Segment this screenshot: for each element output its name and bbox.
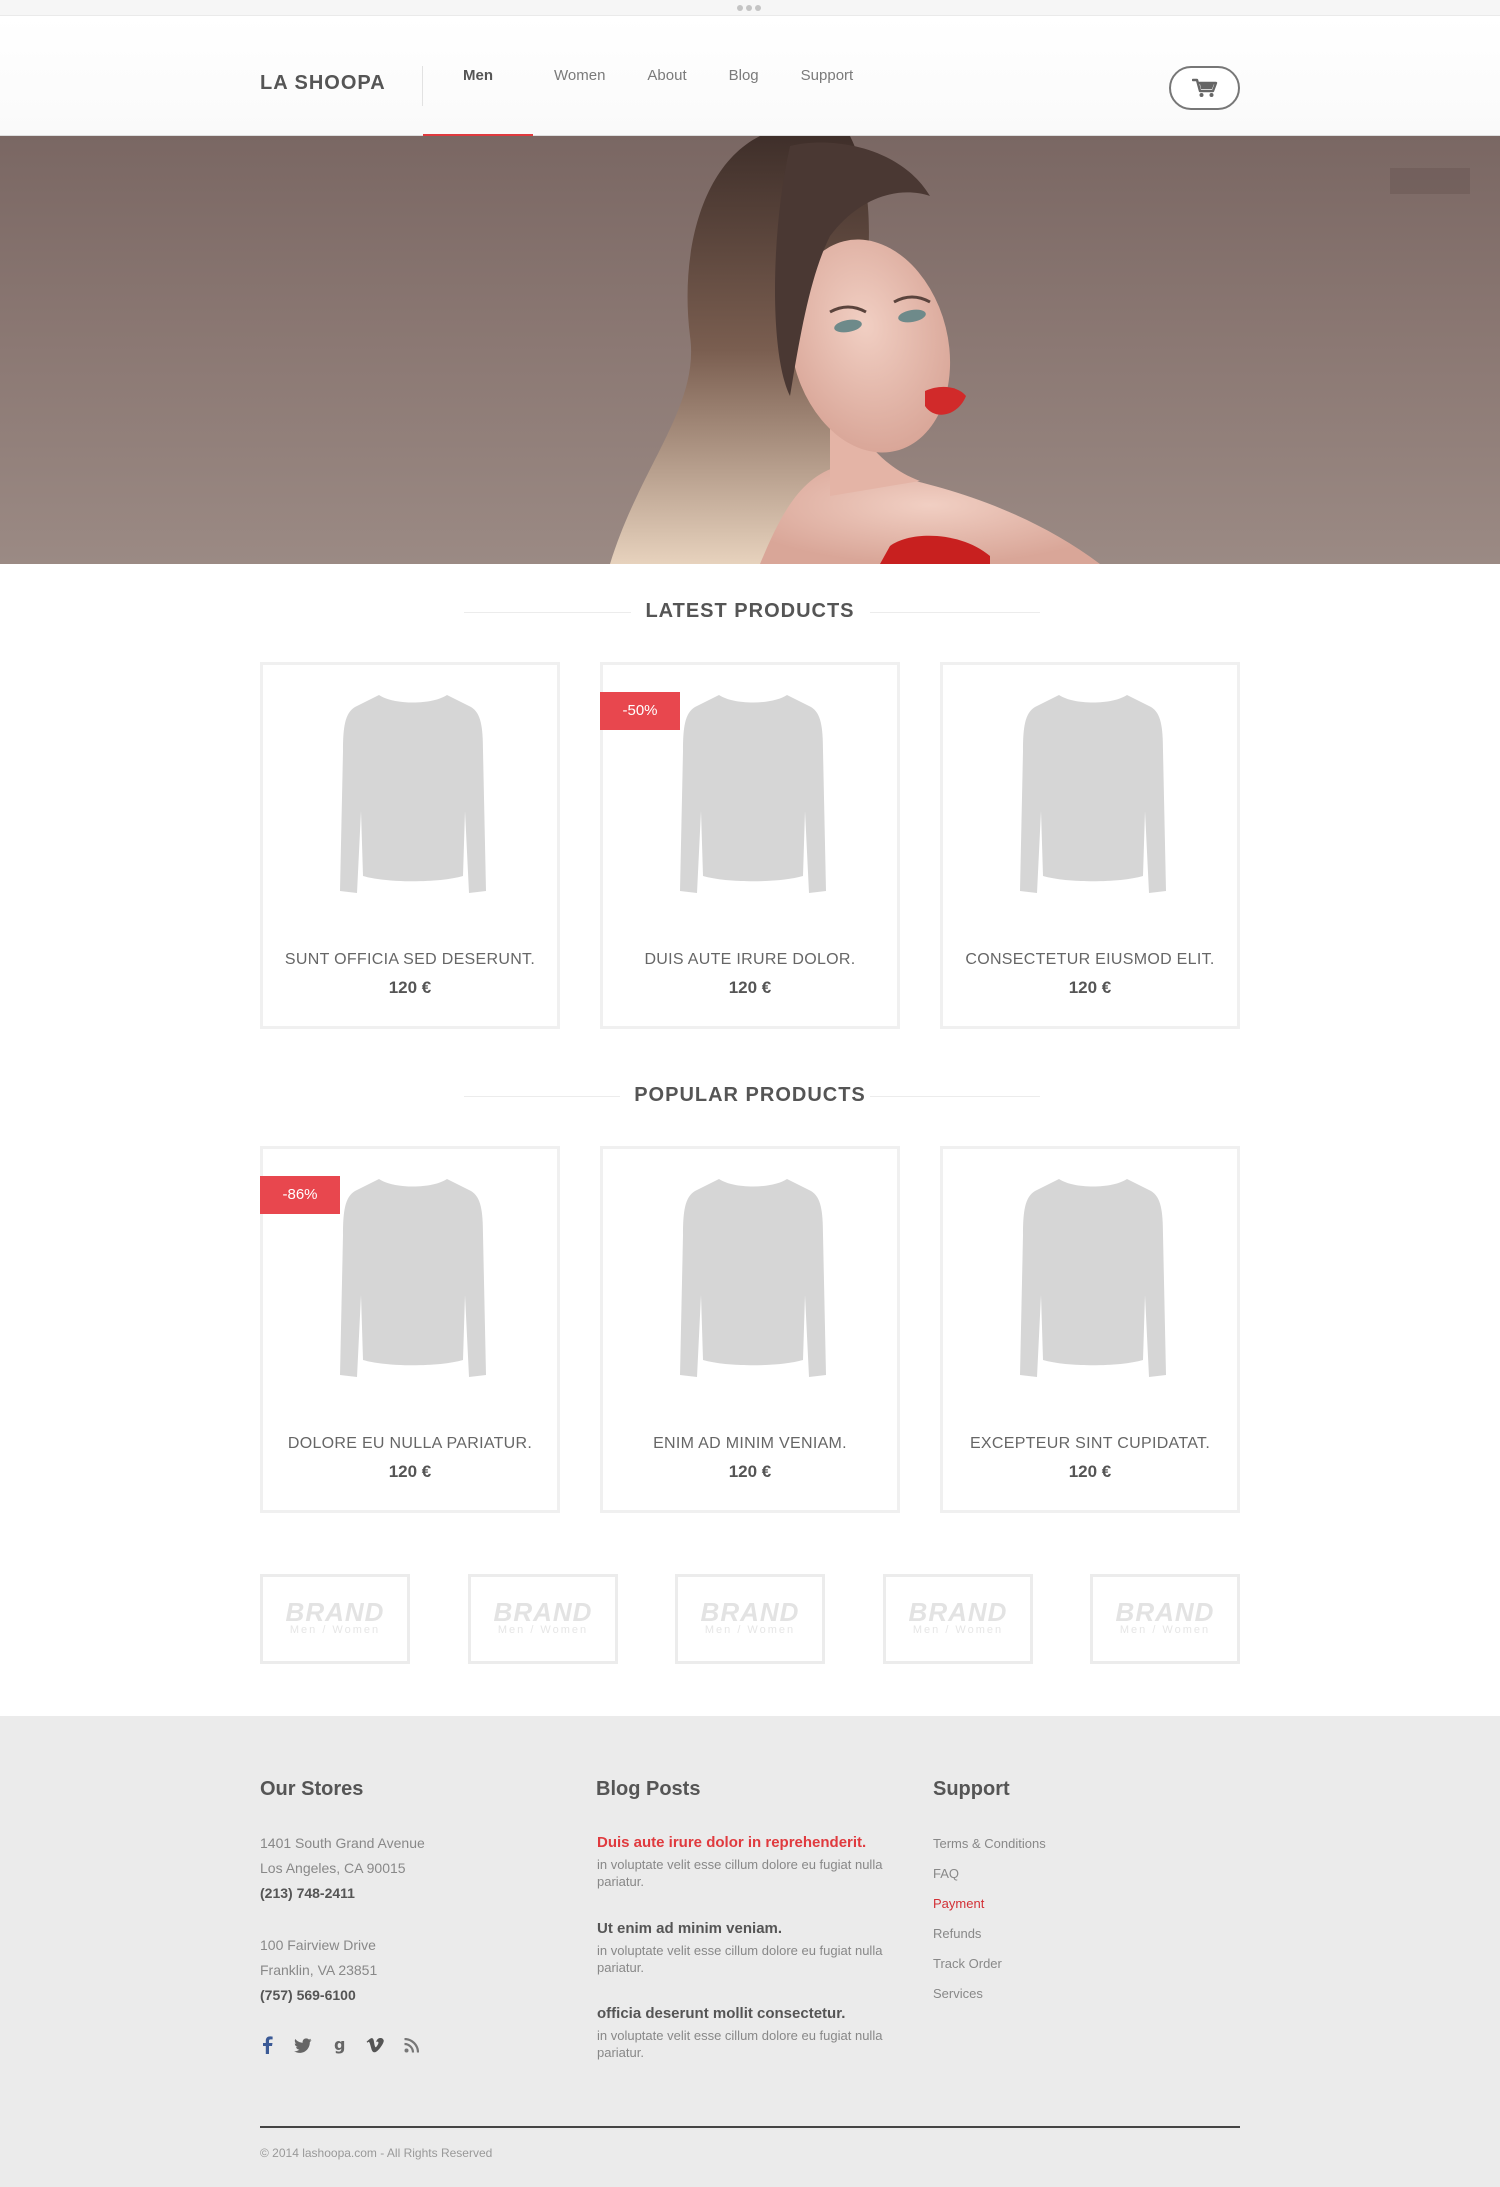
- product-card[interactable]: SUNT OFFICIA SED DESERUNT. 120 €: [260, 662, 560, 1029]
- social-links: g: [258, 2036, 420, 2054]
- nav-item-support[interactable]: Support: [780, 16, 875, 136]
- product-name: SUNT OFFICIA SED DESERUNT.: [284, 951, 536, 968]
- sweater-placeholder-icon: [680, 1179, 826, 1377]
- product-card[interactable]: -86% DOLORE EU NULLA PARIATUR. 120 €: [260, 1146, 560, 1513]
- svg-text:g: g: [334, 2036, 345, 2054]
- store-1-street: 1401 South Grand Avenue: [260, 1835, 425, 1851]
- product-card[interactable]: -50% DUIS AUTE IRURE DOLOR. 120 €: [600, 662, 900, 1029]
- site-logo[interactable]: LA SHOOPA: [260, 72, 386, 95]
- support-link-terms[interactable]: Terms & Conditions: [933, 1836, 1046, 1851]
- product-name: EXCEPTEUR SINT CUPIDATAT.: [969, 1435, 1211, 1452]
- product-price: 120 €: [388, 1462, 432, 1481]
- discount-badge: -86%: [260, 1176, 340, 1214]
- support-link-track-order[interactable]: Track Order: [933, 1956, 1002, 1971]
- site-footer: Our Stores 1401 South Grand Avenue Los A…: [0, 1716, 1500, 2187]
- copyright-text: © 2014 lashoopa.com - All Rights Reserve…: [260, 2146, 493, 2160]
- product-card[interactable]: CONSECTETUR EIUSMOD ELIT. 120 €: [940, 662, 1240, 1029]
- nav-item-blog[interactable]: Blog: [708, 16, 780, 136]
- google-icon[interactable]: g: [330, 2036, 348, 2054]
- title-rule-right: [870, 1096, 1040, 1097]
- main-nav: Men Women About Blog Support: [423, 16, 875, 138]
- nav-item-women[interactable]: Women: [533, 16, 626, 136]
- product-name: DOLORE EU NULLA PARIATUR.: [287, 1435, 533, 1452]
- blog-post-excerpt: in voluptate velit esse cillum dolore eu…: [597, 2028, 883, 2060]
- product-name: ENIM AD MINIM VENIAM.: [653, 1435, 847, 1452]
- product-card[interactable]: EXCEPTEUR SINT CUPIDATAT. 120 €: [940, 1146, 1240, 1513]
- blog-post-excerpt: in voluptate velit esse cillum dolore eu…: [597, 1943, 883, 1975]
- product-price: 120 €: [728, 978, 772, 997]
- title-rule-right: [870, 612, 1040, 613]
- blog-post-excerpt: in voluptate velit esse cillum dolore eu…: [597, 1857, 883, 1889]
- product-price: 120 €: [1068, 978, 1112, 997]
- sweater-placeholder-icon: [340, 695, 486, 893]
- support-link-payment[interactable]: Payment: [933, 1896, 984, 1911]
- store-2-street: 100 Fairview Drive: [260, 1937, 376, 1953]
- discount-badge: -50%: [600, 692, 680, 730]
- store-2-phone[interactable]: (757) 569-6100: [260, 1983, 356, 2008]
- blog-post-title[interactable]: Ut enim ad minim veniam.: [597, 1920, 782, 1937]
- support-link-faq[interactable]: FAQ: [933, 1866, 959, 1881]
- store-2-city: Franklin, VA 23851: [260, 1962, 378, 1978]
- cart-button[interactable]: [1169, 66, 1240, 110]
- hero-banner: [0, 136, 1500, 564]
- footer-support-title: Support: [933, 1778, 1010, 1800]
- site-header: LA SHOOPA Men Women About Blog Support: [0, 16, 1500, 138]
- brand-logo[interactable]: BRAND Men / Women: [468, 1574, 618, 1664]
- footer-divider: [260, 2126, 1240, 2128]
- product-price: 120 €: [388, 978, 432, 997]
- twitter-icon[interactable]: [294, 2036, 312, 2054]
- support-link-services[interactable]: Services: [933, 1986, 983, 2001]
- nav-item-about[interactable]: About: [626, 16, 707, 136]
- sweater-placeholder-icon: [1020, 695, 1166, 893]
- nav-item-men[interactable]: Men: [423, 16, 533, 138]
- store-1-phone[interactable]: (213) 748-2411: [260, 1881, 355, 1906]
- product-name: CONSECTETUR EIUSMOD ELIT.: [965, 951, 1215, 968]
- brand-logo[interactable]: BRAND Men / Women: [675, 1574, 825, 1664]
- product-name: DUIS AUTE IRURE DOLOR.: [644, 951, 856, 968]
- product-price: 120 €: [1068, 1462, 1112, 1481]
- product-price: 120 €: [728, 1462, 772, 1481]
- latest-products-title: LATEST PRODUCTS: [460, 600, 1040, 623]
- footer-blog-title: Blog Posts: [596, 1778, 701, 1800]
- rss-icon[interactable]: [402, 2036, 420, 2054]
- brand-logo[interactable]: BRAND Men / Women: [883, 1574, 1033, 1664]
- title-rule-left: [464, 1096, 634, 1097]
- brand-logo[interactable]: BRAND Men / Women: [1090, 1574, 1240, 1664]
- facebook-icon[interactable]: [258, 2036, 276, 2054]
- window-dots: [737, 5, 761, 11]
- store-1-city: Los Angeles, CA 90015: [260, 1860, 406, 1876]
- brand-logo[interactable]: BRAND Men / Women: [260, 1574, 410, 1664]
- top-strip: [0, 0, 1500, 16]
- hero-portrait-image: [610, 136, 1470, 564]
- sweater-placeholder-icon: [680, 695, 826, 893]
- vimeo-icon[interactable]: [366, 2036, 384, 2054]
- blog-post-title[interactable]: Duis aute irure dolor in reprehenderit.: [597, 1834, 866, 1851]
- product-card[interactable]: ENIM AD MINIM VENIAM. 120 €: [600, 1146, 900, 1513]
- shopping-cart-icon: [1191, 78, 1217, 97]
- footer-stores-title: Our Stores: [260, 1778, 364, 1800]
- sweater-placeholder-icon: [340, 1179, 486, 1377]
- popular-products-title: POPULAR PRODUCTS: [460, 1084, 1040, 1107]
- support-link-refunds[interactable]: Refunds: [933, 1926, 981, 1941]
- title-rule-left: [464, 612, 634, 613]
- sweater-placeholder-icon: [1020, 1179, 1166, 1377]
- blog-post-title[interactable]: officia deserunt mollit consectetur.: [597, 2005, 845, 2022]
